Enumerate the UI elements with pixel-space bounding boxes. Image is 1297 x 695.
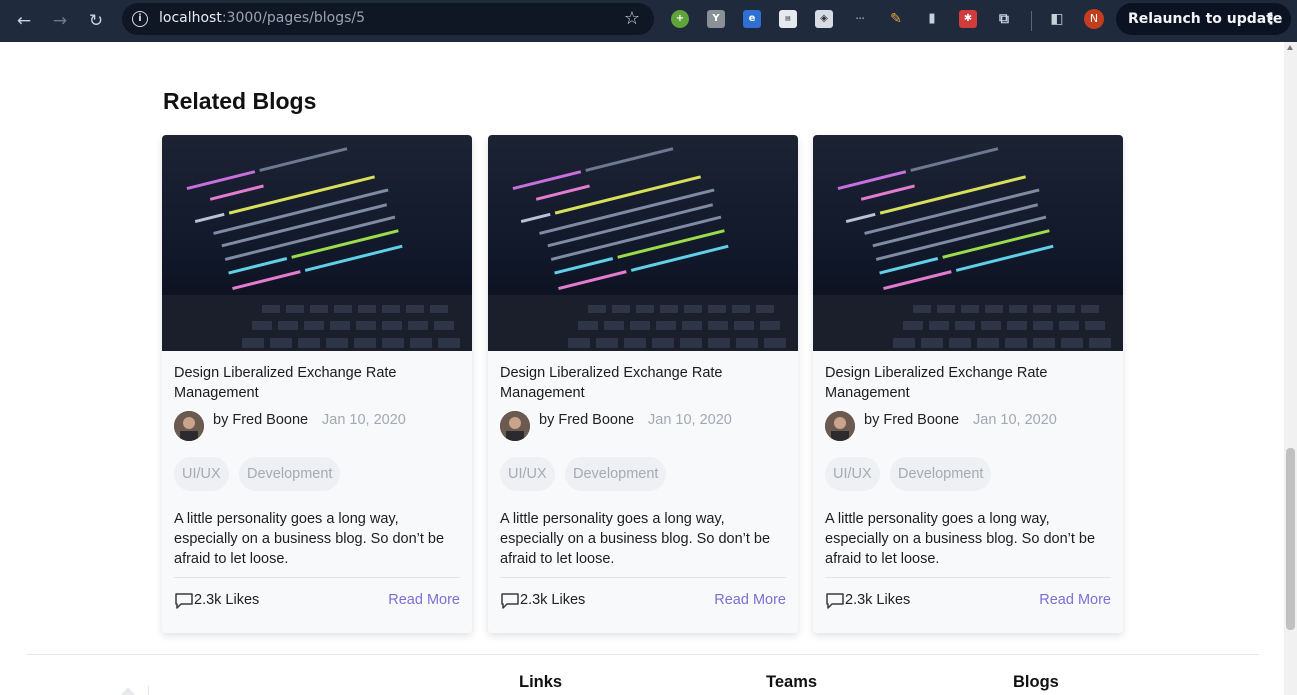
reload-icon[interactable]: ↻ — [85, 10, 107, 32]
author-avatar — [500, 411, 530, 441]
blog-card[interactable]: Design Liberalized Exchange Rate Managem… — [813, 135, 1123, 633]
tag-chip[interactable]: UI/UX — [500, 457, 555, 491]
blog-card-excerpt: A little personality goes a long way, es… — [500, 511, 771, 567]
footer-links-heading: Links — [519, 673, 563, 691]
scrollbar-thumb[interactable] — [1286, 448, 1295, 630]
page-scrollbar[interactable] — [1284, 42, 1297, 695]
site-info-icon[interactable]: i — [132, 11, 148, 27]
blog-card-title[interactable]: Design Liberalized Exchange Rate Managem… — [500, 363, 780, 403]
comment-icon — [826, 593, 844, 609]
blog-card-author[interactable]: by Fred Boone — [213, 412, 308, 428]
relaunch-label: Relaunch to update — [1128, 11, 1283, 27]
read-more-link[interactable]: Read More — [388, 592, 460, 608]
bookmark-star-icon[interactable]: ☆ — [624, 8, 640, 29]
footer-logo-icon — [120, 686, 149, 695]
scroll-up-arrow-icon[interactable] — [1287, 45, 1293, 50]
blog-card-date: Jan 10, 2020 — [648, 412, 732, 428]
extension-red-icon[interactable]: ✱ — [959, 10, 977, 28]
comment-icon — [501, 593, 519, 609]
blog-card-likes: 2.3k Likes — [194, 592, 260, 608]
extension-y-icon[interactable]: Y — [707, 10, 725, 28]
blog-card-date: Jan 10, 2020 — [973, 412, 1057, 428]
more-vert-icon[interactable]: ⋮ — [1263, 3, 1279, 35]
tag-chip[interactable]: UI/UX — [825, 457, 880, 491]
tag-chip[interactable]: Development — [239, 457, 341, 491]
blog-card-date: Jan 10, 2020 — [322, 412, 406, 428]
footer-divider — [27, 654, 1259, 655]
blog-card-excerpt: A little personality goes a long way, es… — [174, 511, 445, 567]
blog-card[interactable]: Design Liberalized Exchange Rate Managem… — [162, 135, 472, 633]
card-divider — [825, 577, 1111, 578]
section-title: Related Blogs — [163, 88, 317, 114]
forward-arrow-icon[interactable]: → — [49, 10, 71, 32]
extension-pen-icon[interactable]: ✎ — [887, 10, 905, 28]
extension-chart-icon[interactable]: ▮ — [923, 10, 941, 28]
blog-thumbnail-image[interactable] — [813, 135, 1123, 351]
blog-thumbnail-image[interactable] — [162, 135, 472, 351]
extension-doc-icon[interactable]: ▤ — [779, 10, 797, 28]
relaunch-button[interactable]: Relaunch to update ⋮ — [1116, 3, 1291, 35]
address-bar[interactable]: i localhost:3000/pages/blogs/5 ☆ — [122, 3, 654, 35]
side-panel-icon[interactable]: ◧ — [1048, 10, 1066, 28]
url-path: :3000/pages/blogs/5 — [221, 10, 366, 26]
blog-card-author[interactable]: by Fred Boone — [864, 412, 959, 428]
footer-blogs-heading: Blogs — [1013, 673, 1059, 691]
extension-shield-icon[interactable]: ◈ — [815, 10, 833, 28]
profile-avatar[interactable]: N — [1084, 9, 1104, 29]
footer-teams-heading: Teams — [766, 673, 818, 691]
blog-thumbnail-image[interactable] — [488, 135, 798, 351]
blog-card-likes: 2.3k Likes — [520, 592, 586, 608]
author-avatar — [825, 411, 855, 441]
extension-dots-icon[interactable]: ∙∙∙ — [851, 10, 869, 28]
tag-chip[interactable]: Development — [565, 457, 667, 491]
blog-card[interactable]: Design Liberalized Exchange Rate Managem… — [488, 135, 798, 633]
blog-card-likes: 2.3k Likes — [845, 592, 911, 608]
extensions-puzzle-icon[interactable]: ⧉ — [995, 10, 1013, 28]
blog-card-title[interactable]: Design Liberalized Exchange Rate Managem… — [174, 363, 454, 403]
blog-card-author[interactable]: by Fred Boone — [539, 412, 634, 428]
back-arrow-icon[interactable]: ← — [13, 10, 35, 32]
url-text[interactable]: localhost:3000/pages/blogs/5 — [159, 10, 365, 26]
browser-toolbar: ← → ↻ i localhost:3000/pages/blogs/5 ☆ +… — [0, 0, 1297, 42]
comment-icon — [175, 593, 193, 609]
read-more-link[interactable]: Read More — [1039, 592, 1111, 608]
author-avatar — [174, 411, 204, 441]
extension-e-icon[interactable]: e — [743, 10, 761, 28]
url-host: localhost — [159, 10, 222, 26]
card-divider — [174, 577, 460, 578]
tag-chip[interactable]: UI/UX — [174, 457, 229, 491]
blog-card-excerpt: A little personality goes a long way, es… — [825, 511, 1096, 567]
read-more-link[interactable]: Read More — [714, 592, 786, 608]
blog-card-title[interactable]: Design Liberalized Exchange Rate Managem… — [825, 363, 1105, 403]
card-divider — [500, 577, 786, 578]
extension-plus-icon[interactable]: + — [671, 10, 689, 28]
toolbar-separator — [1031, 11, 1032, 31]
tag-chip[interactable]: Development — [890, 457, 992, 491]
